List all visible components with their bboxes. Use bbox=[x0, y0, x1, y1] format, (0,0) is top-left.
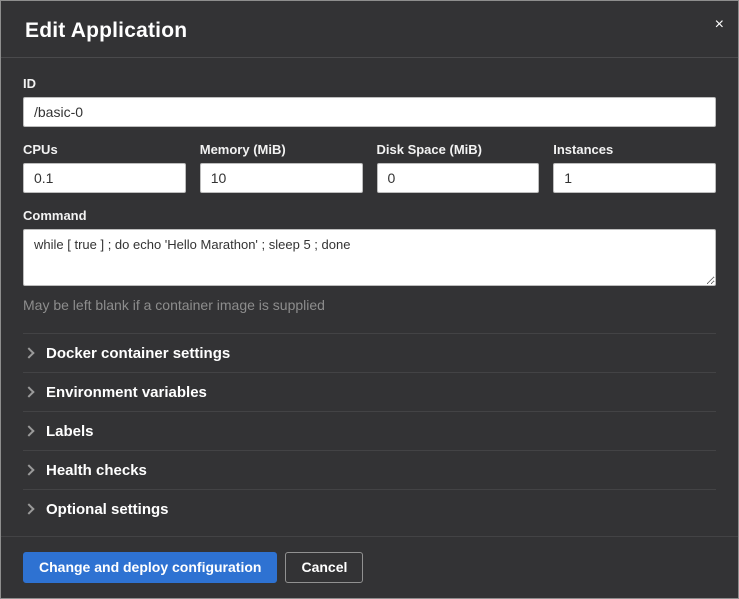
id-label: ID bbox=[23, 76, 716, 91]
section-environment-variables[interactable]: Environment variables bbox=[23, 372, 716, 411]
section-label: Labels bbox=[46, 423, 94, 440]
modal-footer: Change and deploy configuration Cancel bbox=[1, 536, 738, 598]
section-label: Optional settings bbox=[46, 501, 169, 518]
change-and-deploy-button[interactable]: Change and deploy configuration bbox=[23, 552, 277, 583]
memory-field-group: Memory (MiB) bbox=[200, 142, 363, 193]
chevron-right-icon bbox=[23, 503, 34, 514]
command-field-group: Command while [ true ] ; do echo 'Hello … bbox=[23, 208, 716, 313]
command-help-text: May be left blank if a container image i… bbox=[23, 297, 716, 313]
section-label: Environment variables bbox=[46, 384, 207, 401]
cancel-button[interactable]: Cancel bbox=[285, 552, 363, 583]
cpus-field-group: CPUs bbox=[23, 142, 186, 193]
edit-application-modal: Edit Application × ID CPUs Memory (MiB) … bbox=[1, 1, 738, 598]
disk-input[interactable] bbox=[377, 163, 540, 193]
disk-label: Disk Space (MiB) bbox=[377, 142, 540, 157]
section-labels[interactable]: Labels bbox=[23, 411, 716, 450]
section-label: Health checks bbox=[46, 462, 147, 479]
modal-header: Edit Application × bbox=[1, 1, 738, 58]
instances-field-group: Instances bbox=[553, 142, 716, 193]
chevron-right-icon bbox=[23, 425, 34, 436]
section-docker-container-settings[interactable]: Docker container settings bbox=[23, 333, 716, 372]
collapsible-sections: Docker container settings Environment va… bbox=[23, 333, 716, 528]
id-input[interactable] bbox=[23, 97, 716, 127]
instances-label: Instances bbox=[553, 142, 716, 157]
cpus-input[interactable] bbox=[23, 163, 186, 193]
id-field-group: ID bbox=[23, 76, 716, 127]
page-title: Edit Application bbox=[25, 19, 714, 43]
chevron-right-icon bbox=[23, 347, 34, 358]
command-label: Command bbox=[23, 208, 716, 223]
disk-field-group: Disk Space (MiB) bbox=[377, 142, 540, 193]
modal-body: ID CPUs Memory (MiB) Disk Space (MiB) In… bbox=[1, 58, 738, 536]
close-icon[interactable]: × bbox=[715, 17, 724, 33]
chevron-right-icon bbox=[23, 464, 34, 475]
cpus-label: CPUs bbox=[23, 142, 186, 157]
memory-input[interactable] bbox=[200, 163, 363, 193]
section-optional-settings[interactable]: Optional settings bbox=[23, 489, 716, 528]
command-textarea[interactable]: while [ true ] ; do echo 'Hello Marathon… bbox=[23, 229, 716, 286]
section-health-checks[interactable]: Health checks bbox=[23, 450, 716, 489]
resources-row: CPUs Memory (MiB) Disk Space (MiB) Insta… bbox=[23, 142, 716, 193]
memory-label: Memory (MiB) bbox=[200, 142, 363, 157]
chevron-right-icon bbox=[23, 386, 34, 397]
instances-input[interactable] bbox=[553, 163, 716, 193]
section-label: Docker container settings bbox=[46, 345, 230, 362]
